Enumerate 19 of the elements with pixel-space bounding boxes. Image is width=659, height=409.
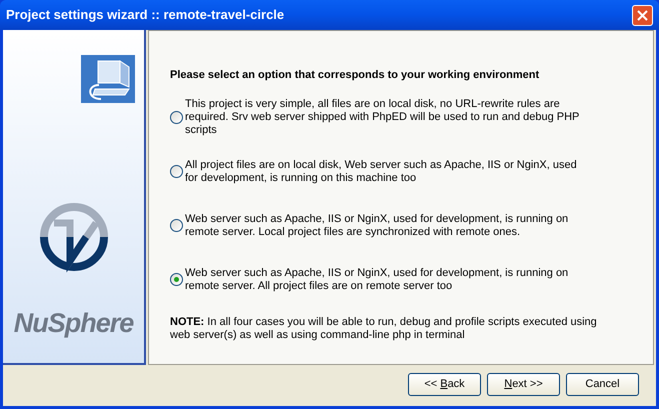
close-button[interactable] xyxy=(632,4,653,26)
option-label: Web server such as Apache, IIS or NginX, used for development, is running on remote server. All project files are on remote server too xyxy=(185,266,570,292)
logo-icon xyxy=(38,201,110,273)
heading: Please select an option that corresponds to your working environment xyxy=(170,68,540,83)
option-label: This project is very simple, all files are on local disk, no URL-rewrite rules are required. Srv web server shipped with PhpED will be used to run and debug PHP scripts xyxy=(185,98,580,137)
wizard-button[interactable]: Cancel xyxy=(566,373,639,396)
wizard-button[interactable]: << Back xyxy=(408,373,481,396)
radio-button[interactable] xyxy=(170,219,183,232)
radio-button[interactable] xyxy=(170,273,183,286)
radio-button[interactable] xyxy=(170,165,183,178)
option-label: Web server such as Apache, IIS or NginX, used for development, is running on remote server. Local project files are synchronized with remote ones. xyxy=(185,212,570,238)
brand-logo: NuSphere xyxy=(14,307,134,340)
option-label: All project files are on local disk, Web server such as Apache, IIS or NginX, used for development, is running on this machine too xyxy=(185,158,578,184)
note-text: NOTE: In all four cases you will be able to run, debug and profile scripts executed using web server(s) as well as using command-line php in terminal xyxy=(170,316,598,342)
radio-button[interactable] xyxy=(170,111,183,124)
wizard-button[interactable]: Next >> xyxy=(487,373,560,396)
close-icon xyxy=(637,10,648,20)
window-title: Project settings wizard :: remote-travel-circle xyxy=(6,6,286,24)
computer-icon xyxy=(80,55,136,105)
